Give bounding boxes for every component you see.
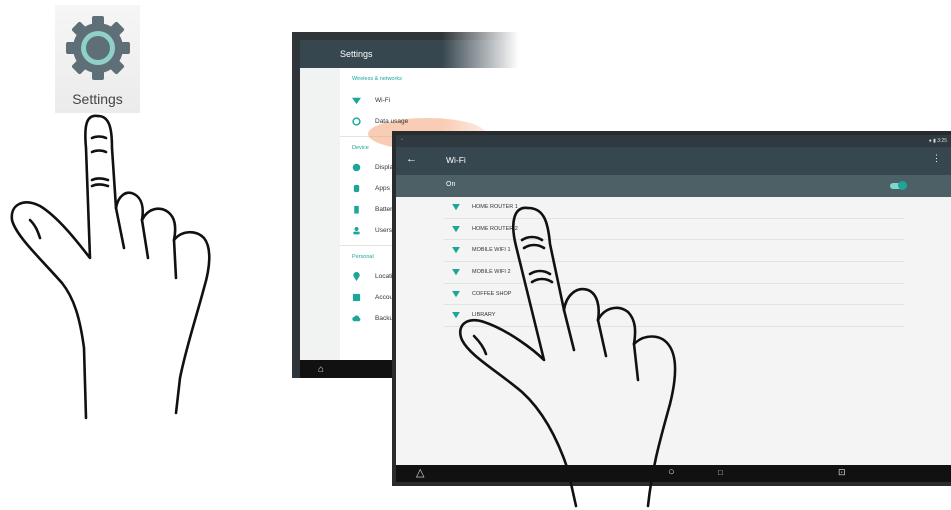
notification-icon: ▫ xyxy=(401,137,403,143)
location-icon xyxy=(353,272,360,281)
backup-icon xyxy=(352,315,361,322)
settings-item-label: Apps xyxy=(375,185,390,192)
settings-item-label: Locati xyxy=(375,273,393,280)
gear-icon xyxy=(66,16,130,80)
wifi-icon xyxy=(352,97,361,105)
wifi-toggle-bar[interactable]: On xyxy=(396,175,951,197)
settings-item-label: Data usage xyxy=(375,118,409,125)
users-icon xyxy=(353,226,360,235)
nav-recents-icon[interactable]: □ xyxy=(718,468,723,477)
wifi-toggle-switch[interactable] xyxy=(890,181,907,190)
screenshot-icon[interactable]: ⊡ xyxy=(838,467,846,478)
status-bar: ▫ ● ▮ 3:25 xyxy=(396,135,951,147)
settings-item-label: Displa xyxy=(375,164,394,171)
settings-app-label: Settings xyxy=(72,91,123,107)
nav-home-icon[interactable]: △ xyxy=(416,466,424,479)
status-icons: ● ▮ 3:25 xyxy=(928,138,947,144)
display-icon xyxy=(352,163,361,172)
settings-item-label: Users xyxy=(375,227,392,234)
back-arrow-icon[interactable]: ← xyxy=(406,153,417,165)
settings-item-label: Backu xyxy=(375,315,394,322)
pointing-hand-illustration xyxy=(459,206,677,508)
accounts-icon xyxy=(352,293,361,302)
data-usage-icon xyxy=(352,117,361,126)
settings-item-label: Batter xyxy=(375,206,393,213)
settings-item-label: Wi-Fi xyxy=(375,97,391,104)
settings-app-icon[interactable]: Settings xyxy=(55,5,140,113)
more-options-icon[interactable]: ⋮ xyxy=(932,153,941,164)
battery-icon xyxy=(354,205,359,214)
nav-home-icon[interactable]: ⌂ xyxy=(318,364,324,375)
pointing-hand-illustration xyxy=(10,114,211,420)
apps-icon xyxy=(353,184,360,193)
status-time: 3:25 xyxy=(937,138,947,144)
settings-item-label: Accou xyxy=(375,294,394,301)
wifi-toggle-label: On xyxy=(446,181,456,188)
wifi-title: Wi-Fi xyxy=(446,155,466,165)
wifi-toolbar: ← Wi-Fi ⋮ xyxy=(396,147,951,175)
